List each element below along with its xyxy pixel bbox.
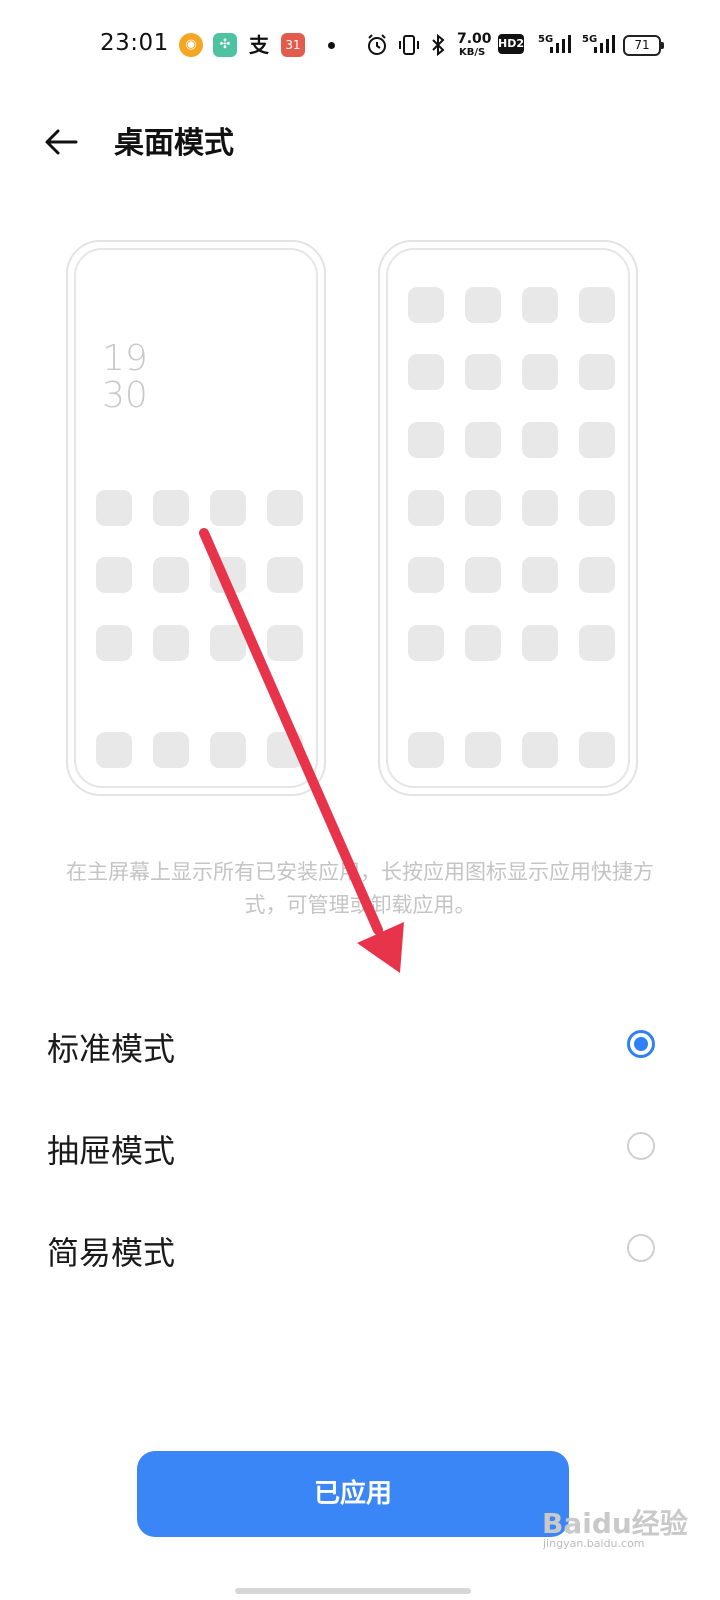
app-tile-placeholder (153, 625, 189, 661)
alarm-icon (368, 34, 386, 55)
option-drawer-mode[interactable]: 抽屉模式 (0, 1098, 720, 1198)
app-tile-placeholder (522, 732, 558, 768)
back-button[interactable] (40, 122, 84, 162)
hd-icon: HD2 (498, 34, 524, 54)
app-tile-placeholder (465, 287, 501, 323)
option-label: 标准模式 (47, 1030, 176, 1068)
network-speed-value: 7.00 (457, 31, 492, 47)
app-tile-placeholder (522, 625, 558, 661)
app-tile-placeholder (408, 354, 444, 390)
app-tile-placeholder (267, 490, 303, 526)
app-tile-placeholder (210, 625, 246, 661)
app-tile-placeholder (153, 557, 189, 593)
preview-clock: 19 30 (102, 340, 148, 414)
radio-button[interactable] (627, 1030, 655, 1058)
preview-screen (386, 248, 630, 788)
apply-button[interactable]: 已应用 (137, 1451, 569, 1537)
app-tile-placeholder (153, 732, 189, 768)
bluetooth-icon (432, 33, 445, 57)
signal-icon (550, 35, 571, 53)
app-tile-placeholder (153, 490, 189, 526)
app-tile-placeholder (522, 354, 558, 390)
app-tile-placeholder (579, 287, 615, 323)
app-tile-placeholder (408, 625, 444, 661)
mode-description: 在主屏幕上显示所有已安装应用，长按应用图标显示应用快捷方式，可管理或卸载应用。 (66, 860, 654, 917)
app-tile-placeholder (210, 557, 246, 593)
radio-button[interactable] (627, 1132, 655, 1160)
app-tile-placeholder (267, 557, 303, 593)
app-tile-placeholder (465, 422, 501, 458)
option-label: 抽屉模式 (47, 1132, 176, 1170)
radio-button[interactable] (627, 1234, 655, 1262)
app-tile-placeholder (408, 732, 444, 768)
app-tile-placeholder (408, 490, 444, 526)
option-standard-mode[interactable]: 标准模式 (0, 996, 720, 1096)
app-tile-placeholder (579, 490, 615, 526)
weibo-icon: ◉ (179, 33, 203, 57)
option-label: 简易模式 (47, 1234, 176, 1272)
battery-icon: 71 (623, 35, 664, 56)
alipay-icon: 支 (249, 33, 269, 57)
app-tile-placeholder (465, 732, 501, 768)
app-tile-placeholder (408, 422, 444, 458)
wechat-mini-icon: ✣ (213, 33, 237, 57)
clock-hour: 19 (102, 338, 148, 379)
app-tile-placeholder (408, 557, 444, 593)
app-tile-placeholder (522, 287, 558, 323)
app-tile-placeholder (522, 422, 558, 458)
app-tile-placeholder (522, 557, 558, 593)
network-speed-unit: KB/S (459, 47, 486, 58)
vibrate-icon (399, 35, 419, 55)
app-tile-placeholder (96, 732, 132, 768)
app-tile-placeholder (579, 732, 615, 768)
clock-minute: 30 (102, 375, 148, 416)
option-simple-mode[interactable]: 简易模式 (0, 1200, 720, 1300)
drawer-mode-preview (378, 240, 638, 796)
app-tile-placeholder (465, 625, 501, 661)
app-tile-placeholder (96, 490, 132, 526)
signal-icon (594, 35, 615, 53)
status-time: 23:01 (100, 30, 169, 56)
app-tile-placeholder (267, 732, 303, 768)
app-tile-placeholder (579, 625, 615, 661)
app-tile-placeholder (579, 557, 615, 593)
watermark-url: jingyan.baidu.com (543, 1537, 645, 1550)
page-title: 桌面模式 (114, 126, 234, 161)
standard-mode-preview: 19 30 (66, 240, 326, 796)
preview-screen: 19 30 (74, 248, 318, 788)
calendar-icon: 31 (281, 33, 305, 57)
status-bar: 23:01 ◉ ✣ 支 31 7.00 KB/S HD2 5G 5G 71 (0, 0, 720, 90)
app-tile-placeholder (96, 557, 132, 593)
app-tile-placeholder (210, 490, 246, 526)
app-tile-placeholder (267, 625, 303, 661)
arrow-head (357, 922, 404, 973)
dot-icon (328, 42, 335, 49)
app-tile-placeholder (210, 732, 246, 768)
app-tile-placeholder (465, 354, 501, 390)
app-tile-placeholder (579, 354, 615, 390)
app-tile-placeholder (408, 287, 444, 323)
home-indicator (235, 1588, 471, 1594)
app-tile-placeholder (465, 490, 501, 526)
watermark-logo: Baidu经验 (542, 1507, 688, 1540)
app-tile-placeholder (96, 625, 132, 661)
app-tile-placeholder (579, 422, 615, 458)
app-tile-placeholder (522, 490, 558, 526)
app-tile-placeholder (465, 557, 501, 593)
arrow-left-icon (45, 129, 78, 155)
